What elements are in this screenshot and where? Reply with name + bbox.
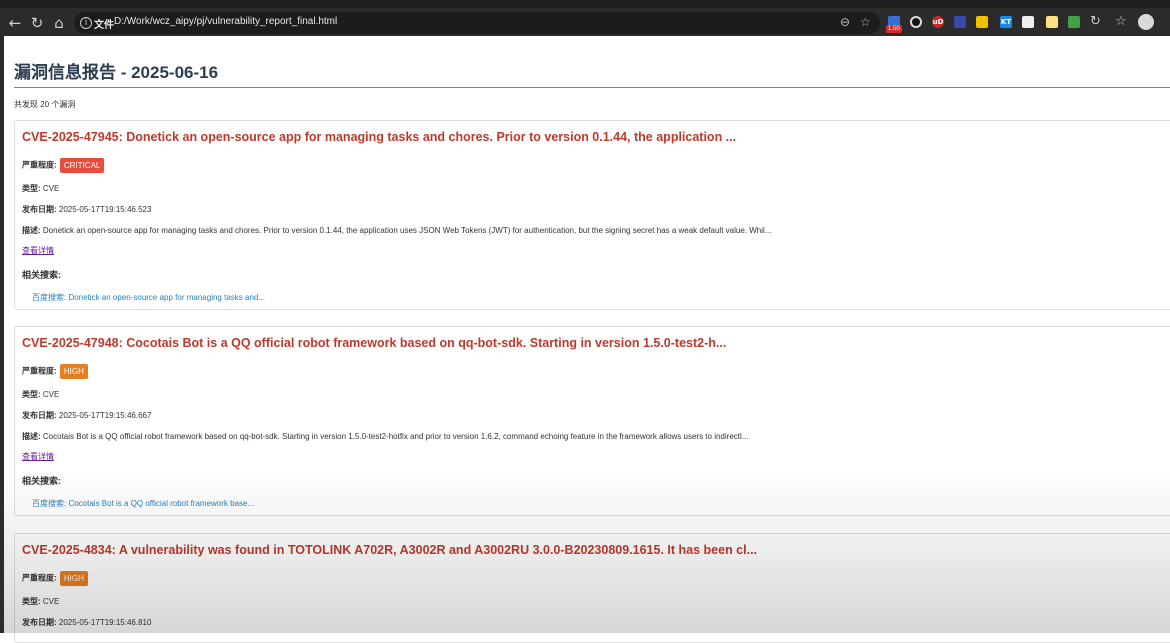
desc-label: 描述: <box>22 226 41 235</box>
severity-badge: HIGH <box>59 571 88 586</box>
desc-row: 描述: Donetick an open-source app for mana… <box>22 225 771 236</box>
related-search-heading: 相关搜索: <box>22 270 61 280</box>
vuln-title: CVE-2025-4834: A vulnerability was found… <box>22 543 758 557</box>
view-details-link[interactable]: 查看详情 <box>22 245 54 256</box>
extension-icon-5[interactable] <box>976 16 988 28</box>
page-title: 漏洞信息报告 - 2025-06-16 <box>14 63 219 82</box>
scheme-label: 文件 <box>94 20 114 31</box>
type-value: CVE <box>42 390 60 399</box>
vuln-title: CVE-2025-47945: Donetick an open-source … <box>22 130 737 144</box>
vulnerability-count: 共发现 20 个漏洞 <box>14 100 76 109</box>
type-label: 类型: <box>22 184 41 193</box>
desc-label: 描述: <box>22 432 41 441</box>
desc-row: 描述: Cocotais Bot is a QQ official robot … <box>22 431 748 442</box>
extension-badge: 1.50 <box>886 25 902 33</box>
profile-avatar[interactable] <box>1138 14 1154 30</box>
severity-row: 严重程度: CRITICAL <box>22 158 105 173</box>
severity-badge: HIGH <box>59 364 88 379</box>
extension-icon-7[interactable] <box>1022 16 1034 28</box>
extension-icon-2[interactable] <box>910 16 922 28</box>
kt-extension-icon[interactable]: KT <box>1000 16 1012 28</box>
extension-icon-4[interactable] <box>954 16 966 28</box>
type-value: CVE <box>42 597 60 606</box>
severity-badge: CRITICAL <box>59 158 105 173</box>
info-icon[interactable]: i <box>80 17 92 29</box>
ublock-icon[interactable]: uD <box>932 16 944 28</box>
title-divider <box>14 87 1170 88</box>
date-label: 发布日期: <box>22 411 57 420</box>
date-value: 2025-05-17T19:15:46.810 <box>58 618 152 627</box>
url-text[interactable]: D:/Work/wcz_aipy/pj/vulnerability_report… <box>114 16 337 27</box>
date-label: 发布日期: <box>22 618 57 627</box>
vuln-card: CVE-2025-4834: A vulnerability was found… <box>14 533 1170 643</box>
severity-label: 严重程度: <box>22 366 57 376</box>
date-value: 2025-05-17T19:15:46.523 <box>58 205 152 214</box>
vuln-card: CVE-2025-47945: Donetick an open-source … <box>14 120 1170 310</box>
desc-value: Cocotais Bot is a QQ official robot fram… <box>42 432 749 441</box>
home-icon[interactable]: ⌂ <box>50 14 68 32</box>
date-row: 发布日期: 2025-05-17T19:15:46.667 <box>22 410 151 421</box>
report-page: 漏洞信息报告 - 2025-06-16 共发现 20 个漏洞 CVE-2025-… <box>4 36 1170 643</box>
reload-icon[interactable]: ↻ <box>28 14 46 32</box>
type-row: 类型: CVE <box>22 596 59 607</box>
date-row: 发布日期: 2025-05-17T19:15:46.523 <box>22 204 151 215</box>
date-value: 2025-05-17T19:15:46.667 <box>58 411 152 420</box>
type-value: CVE <box>42 184 60 193</box>
desc-value: Donetick an open-source app for managing… <box>42 226 772 235</box>
type-row: 类型: CVE <box>22 183 59 194</box>
back-icon[interactable]: ← <box>6 14 24 32</box>
severity-row: 严重程度: HIGH <box>22 364 88 379</box>
vuln-card: CVE-2025-47948: Cocotais Bot is a QQ off… <box>14 326 1170 516</box>
view-details-link[interactable]: 查看详情 <box>22 451 54 462</box>
baidu-search-link[interactable]: 百度搜索: Cocotais Bot is a QQ official robo… <box>32 498 254 509</box>
related-search-heading: 相关搜索: <box>22 476 61 486</box>
vuln-title: CVE-2025-47948: Cocotais Bot is a QQ off… <box>22 336 727 350</box>
type-label: 类型: <box>22 390 41 399</box>
bookmark-star-icon[interactable]: ☆ <box>860 15 871 29</box>
extension-icon-8[interactable] <box>1046 16 1058 28</box>
severity-label: 严重程度: <box>22 160 57 170</box>
date-label: 发布日期: <box>22 205 57 214</box>
sync-icon[interactable]: ↻ <box>1090 14 1101 29</box>
baidu-search-link[interactable]: 百度搜索: Donetick an open-source app for ma… <box>32 292 265 303</box>
severity-label: 严重程度: <box>22 573 57 583</box>
type-row: 类型: CVE <box>22 389 59 400</box>
address-bar[interactable]: i 文件 D:/Work/wcz_aipy/pj/vulnerability_r… <box>74 12 880 34</box>
severity-row: 严重程度: HIGH <box>22 571 88 586</box>
extension-icon-9[interactable] <box>1068 16 1080 28</box>
type-label: 类型: <box>22 597 41 606</box>
tab-strip <box>0 0 1170 8</box>
zoom-icon[interactable]: ⊖ <box>840 15 850 29</box>
date-row: 发布日期: 2025-05-17T19:15:46.810 <box>22 617 151 628</box>
favorites-icon[interactable]: ☆ <box>1115 14 1127 29</box>
